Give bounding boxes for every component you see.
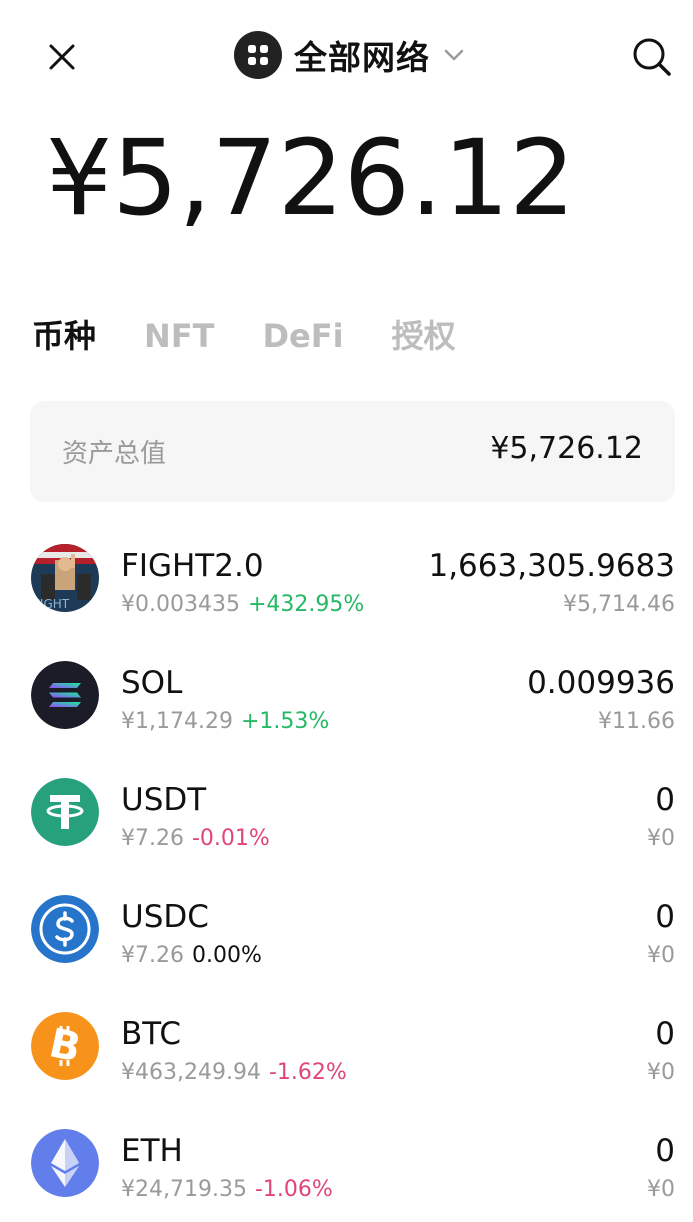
summary-label: 资产总值 [62,439,167,469]
svg-text:FIGHT: FIGHT [33,597,70,611]
tether-icon [31,778,99,846]
token-change: +432.95% [247,592,365,617]
bitcoin-icon: B [31,1012,99,1080]
token-amount: 0 [655,782,675,818]
tab-nft[interactable]: NFT [144,308,214,364]
token-fiat-value: ¥0 [647,943,675,968]
token-price: ¥24,719.35 [121,1177,247,1202]
token-row-usdt[interactable]: USDT ¥7.26 -0.01% 0 ¥0 [0,754,693,871]
token-row-btc[interactable]: B BTC ¥463,249.94 -1.62% 0 ¥0 [0,988,693,1105]
network-selector[interactable]: 全部网络 [234,30,466,80]
token-change: +1.53% [240,709,330,734]
token-price-line: ¥1,174.29 +1.53% [121,709,329,734]
token-fiat-value: ¥0 [647,1177,675,1202]
tab-tokens[interactable]: 币种 [32,308,96,364]
token-fiat-value: ¥5,714.46 [563,592,675,617]
chevron-down-icon [442,43,466,67]
asset-tabs: 币种 NFT DeFi 授权 [32,308,504,364]
token-change: -1.06% [254,1177,333,1202]
search-button[interactable] [628,33,676,81]
token-price-line: ¥7.26 -0.01% [121,826,270,851]
token-symbol: SOL [121,665,183,701]
solana-icon [31,661,99,729]
token-row-eth[interactable]: ETH ¥24,719.35 -1.06% 0 ¥0 [0,1105,693,1222]
tab-defi[interactable]: DeFi [262,308,343,364]
four-dots-icon [234,31,282,79]
token-symbol: USDT [121,782,207,818]
top-bar: 全部网络 [0,0,693,110]
network-label: 全部网络 [294,38,430,77]
token-price-line: ¥463,249.94 -1.62% [121,1060,347,1085]
token-price: ¥1,174.29 [121,709,233,734]
token-row-sol[interactable]: SOL ¥1,174.29 +1.53% 0.009936 ¥11.66 [0,637,693,754]
token-price-line: ¥24,719.35 -1.06% [121,1177,333,1202]
token-symbol: ETH [121,1133,183,1169]
close-button[interactable] [40,35,84,79]
token-list: FIGHT FIGHT2.0 ¥0.003435 +432.95% 1,663,3… [0,520,693,1222]
token-price: ¥0.003435 [121,592,240,617]
token-symbol: FIGHT2.0 [121,548,264,584]
total-balance: ¥5,726.12 [46,117,576,239]
token-symbol: USDC [121,899,209,935]
token-row-usdc[interactable]: USDC ¥7.26 0.00% 0 ¥0 [0,871,693,988]
token-amount: 0 [655,899,675,935]
token-price-line: ¥7.26 0.00% [121,943,262,968]
usdc-icon [31,895,99,963]
token-row-fight[interactable]: FIGHT FIGHT2.0 ¥0.003435 +432.95% 1,663,3… [0,520,693,637]
token-fiat-value: ¥11.66 [598,709,675,734]
fight-token-icon: FIGHT [31,544,99,612]
summary-value: ¥5,726.12 [490,431,643,466]
token-price-line: ¥0.003435 +432.95% [121,592,364,617]
token-amount: 0 [655,1133,675,1169]
tab-approvals[interactable]: 授权 [392,308,456,364]
token-symbol: BTC [121,1016,182,1052]
token-price: ¥463,249.94 [121,1060,261,1085]
token-price: ¥7.26 [121,826,184,851]
search-icon [633,38,671,76]
token-price: ¥7.26 [121,943,184,968]
token-amount: 0.009936 [527,665,675,701]
token-change: 0.00% [191,943,262,968]
token-change: -1.62% [268,1060,347,1085]
close-icon [49,44,75,70]
token-amount: 0 [655,1016,675,1052]
token-amount: 1,663,305.9683 [428,548,675,584]
asset-summary-card[interactable]: 资产总值 ¥5,726.12 [30,401,675,502]
token-change: -0.01% [191,826,270,851]
token-fiat-value: ¥0 [647,826,675,851]
ethereum-icon [31,1129,99,1197]
token-fiat-value: ¥0 [647,1060,675,1085]
